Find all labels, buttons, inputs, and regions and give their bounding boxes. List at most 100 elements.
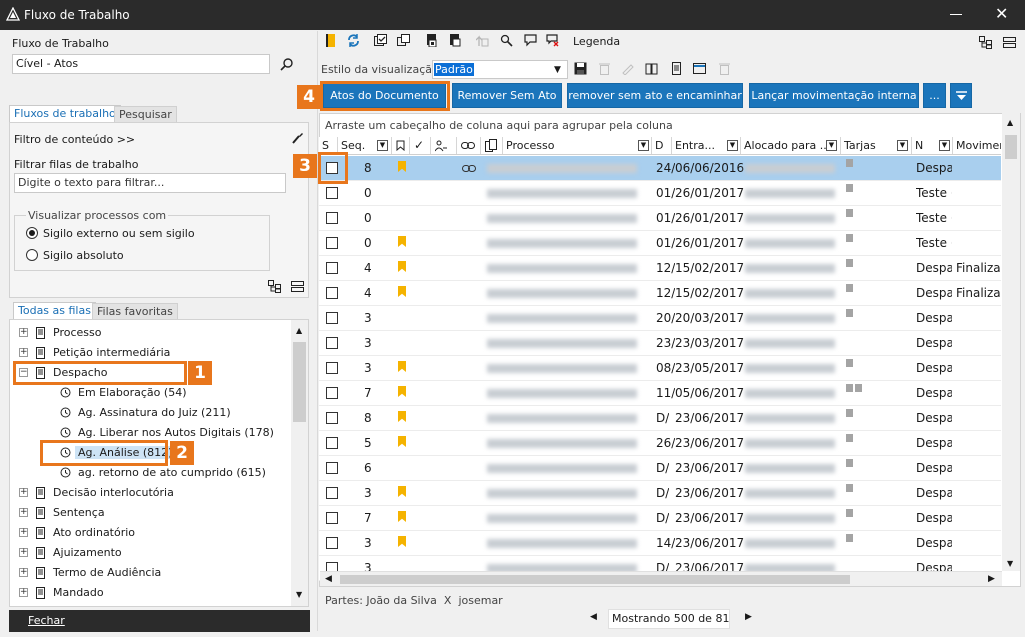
tree-item[interactable]: ag. retorno de ato cumprido (615)	[10, 463, 290, 483]
tree-item[interactable]: + Ajuizamento	[10, 543, 290, 563]
row-checkbox[interactable]	[326, 462, 338, 474]
table-row[interactable]: 7 11/05/06/2017 Despa	[319, 381, 1001, 406]
row-checkbox[interactable]	[326, 187, 338, 199]
row-checkbox[interactable]	[326, 287, 338, 299]
tree-item[interactable]: + Petição intermediária	[10, 343, 290, 363]
row-checkbox[interactable]	[326, 212, 338, 224]
row-checkbox[interactable]	[326, 312, 338, 324]
header-entrada[interactable]: Entra... ▼	[672, 137, 741, 154]
header-processo[interactable]: Processo ▼	[503, 137, 652, 154]
header-link[interactable]	[457, 137, 481, 154]
row-checkbox[interactable]	[326, 412, 338, 424]
expand-icon[interactable]: +	[19, 348, 28, 357]
lock-document-icon[interactable]	[425, 34, 438, 47]
more-actions-button[interactable]: ...	[923, 83, 946, 108]
book-icon[interactable]	[645, 62, 658, 75]
estilo-dropdown-icon[interactable]: ▼	[554, 61, 561, 78]
table-row[interactable]: 0 01/26/01/2017 Teste (	[319, 231, 1001, 256]
page-next-icon[interactable]: ▶	[745, 612, 752, 622]
table-row[interactable]: 8 D/23/06/2017 Despa	[319, 406, 1001, 431]
refresh-icon[interactable]	[347, 34, 360, 47]
table-row[interactable]: 0 01/26/01/2017 Teste (	[319, 206, 1001, 231]
grid-horizontal-scrollbar[interactable]: ◀ ▶	[320, 571, 1002, 586]
filter-dropdown-icon[interactable]: ▼	[727, 140, 738, 151]
row-checkbox[interactable]	[326, 512, 338, 524]
filter-dropdown-icon[interactable]: ▼	[939, 140, 950, 151]
tree-expand-icon[interactable]	[268, 280, 281, 293]
tree-scrollbar[interactable]: ▲ ▼	[291, 320, 308, 606]
row-checkbox[interactable]	[326, 262, 338, 274]
comment-icon[interactable]	[524, 34, 537, 47]
table-row[interactable]: 8 24/06/06/2016 Despa	[319, 156, 1001, 181]
header-d[interactable]: D	[652, 137, 672, 154]
legenda-button[interactable]: Legenda	[573, 35, 620, 48]
unlock-document-icon[interactable]	[448, 34, 461, 47]
brush-icon[interactable]	[290, 131, 304, 145]
check-window-icon[interactable]	[374, 34, 387, 47]
header-users[interactable]	[431, 137, 457, 154]
dropdown-menu-button[interactable]	[950, 83, 972, 108]
table-row[interactable]: 3 D/23/06/2017 Despa	[319, 481, 1001, 506]
row-checkbox[interactable]	[326, 237, 338, 249]
expand-icon[interactable]: +	[19, 488, 28, 497]
radio-sigilo-externo[interactable]	[26, 227, 38, 239]
tab-filas-favoritas[interactable]: Filas favoritas	[92, 303, 178, 320]
table-row[interactable]: 3 14/23/06/2017 Despa	[319, 531, 1001, 556]
grid-scroll-down-icon[interactable]: ▼	[1007, 559, 1013, 568]
tree-collapse-icon[interactable]	[291, 280, 304, 293]
estilo-select[interactable]: Padrão ▼	[432, 60, 568, 79]
tree-item[interactable]: + Ato ordinatório	[10, 523, 290, 543]
row-checkbox[interactable]	[326, 362, 338, 374]
table-row[interactable]: 3 08/23/05/2017 Despa	[319, 356, 1001, 381]
grid-vertical-scrollbar[interactable]: ▲ ▼	[1002, 113, 1020, 571]
minimize-button[interactable]	[950, 14, 962, 15]
radio-sigilo-absoluto[interactable]	[26, 249, 38, 261]
tab-todas-filas[interactable]: Todas as filas	[13, 302, 96, 319]
grid-hscroll-thumb[interactable]	[340, 575, 850, 584]
grid-scroll-right-icon[interactable]: ▶	[988, 574, 995, 584]
grid-scroll-left-icon[interactable]: ◀	[325, 574, 332, 584]
layout-tree-icon[interactable]	[979, 36, 992, 49]
remover-encaminhar-button[interactable]: remover sem ato e encaminhar	[567, 83, 743, 108]
expand-icon[interactable]: +	[19, 568, 28, 577]
table-row[interactable]: 0 01/26/01/2017 Teste (	[319, 181, 1001, 206]
table-row[interactable]: 4 12/15/02/2017 Despa Finalizac	[319, 256, 1001, 281]
header-tarjas[interactable]: Tarjas ▼	[841, 137, 912, 154]
header-flag[interactable]	[392, 137, 410, 154]
tree-item[interactable]: + Termo de Audiência	[10, 563, 290, 583]
expand-icon[interactable]: +	[19, 328, 28, 337]
header-alocado[interactable]: Alocado para ... ▼	[741, 137, 841, 154]
tree-scroll-up-icon[interactable]: ▲	[296, 326, 302, 335]
comment-remove-icon[interactable]	[546, 34, 559, 47]
tree-item[interactable]: + Processo	[10, 323, 290, 343]
header-docs[interactable]	[481, 137, 503, 154]
tab-fluxos[interactable]: Fluxos de trabalho	[9, 105, 121, 122]
filter-dropdown-icon[interactable]: ▼	[638, 140, 649, 151]
header-movimentacao[interactable]: Movimen	[953, 137, 1001, 154]
header-check[interactable]: ✓	[410, 137, 431, 154]
table-row[interactable]: 6 D/23/06/2017 Despa	[319, 456, 1001, 481]
header-n[interactable]: N ▼	[912, 137, 953, 154]
grid-scroll-up-icon[interactable]: ▲	[1007, 118, 1013, 127]
table-row[interactable]: 3 23/23/03/2017 Despa	[319, 331, 1001, 356]
search-user-icon[interactable]	[500, 34, 513, 47]
document-list-icon[interactable]	[670, 62, 683, 75]
table-row[interactable]: 3 20/20/03/2017 Despa	[319, 306, 1001, 331]
remover-sem-ato-button[interactable]: Remover Sem Ato	[452, 83, 562, 108]
filter-dropdown-icon[interactable]: ▼	[897, 140, 908, 151]
filter-dropdown-icon[interactable]: ▼	[377, 140, 388, 151]
expand-icon[interactable]: +	[19, 548, 28, 557]
tree-item[interactable]: Em Elaboração (54)	[10, 383, 290, 403]
tab-pesquisar[interactable]: Pesquisar	[114, 106, 177, 123]
filter-dropdown-icon[interactable]: ▼	[826, 140, 837, 151]
windows-icon[interactable]	[397, 34, 410, 47]
tree-item[interactable]: + Mandado	[10, 583, 290, 603]
save-icon[interactable]	[574, 62, 587, 75]
table-row[interactable]: 5 26/23/06/2017 Despa	[319, 431, 1001, 456]
tree-item[interactable]: + Sentença	[10, 503, 290, 523]
close-window-button[interactable]: ✕	[995, 6, 1008, 22]
expand-icon[interactable]: +	[19, 588, 28, 597]
fluxo-select[interactable]: Cível - Atos	[12, 54, 270, 74]
layout-list-icon[interactable]	[1003, 36, 1016, 49]
row-checkbox[interactable]	[326, 437, 338, 449]
